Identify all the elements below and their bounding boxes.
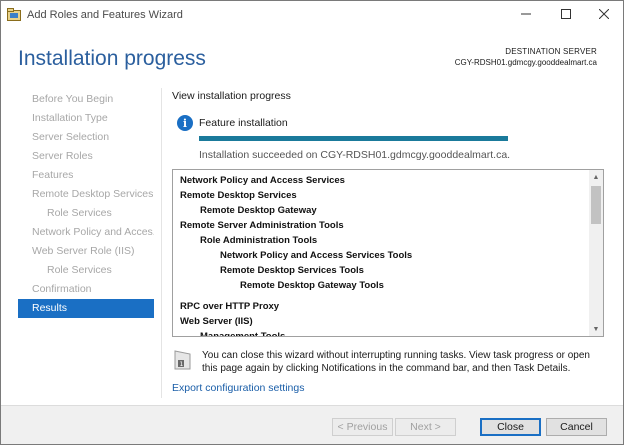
cancel-button[interactable]: Cancel: [546, 418, 607, 436]
window-title: Add Roles and Features Wizard: [27, 9, 183, 21]
scroll-up-icon[interactable]: ▲: [589, 170, 603, 184]
nav-item[interactable]: Confirmation: [18, 280, 154, 299]
destination-server-name: CGY-RDSH01.gdmcgy.gooddealmart.ca: [454, 58, 597, 67]
nav-item[interactable]: Role Services: [18, 261, 154, 280]
notice-text: You can close this wizard without interr…: [202, 350, 590, 374]
result-item: Remote Desktop Gateway: [200, 205, 317, 216]
nav-item[interactable]: Server Roles: [18, 147, 154, 166]
close-icon[interactable]: [587, 3, 621, 25]
nav-item[interactable]: Features: [18, 166, 154, 185]
nav-divider: [161, 88, 162, 398]
footer-bar: < Previous Next > Close Cancel: [1, 405, 623, 444]
installation-status: Installation succeeded on CGY-RDSH01.gdm…: [199, 149, 511, 161]
minimize-icon[interactable]: [509, 3, 543, 25]
scroll-thumb[interactable]: [591, 186, 601, 224]
content-heading: View installation progress: [172, 90, 291, 102]
wizard-nav: Before You Begin Installation Type Server …: [18, 90, 154, 318]
results-items: Network Policy and Access Services Remote…: [180, 173, 590, 337]
svg-text:1: 1: [180, 361, 184, 368]
info-icon: i: [177, 115, 193, 131]
maximize-icon[interactable]: [549, 3, 583, 25]
export-configuration-link[interactable]: Export configuration settings: [172, 382, 305, 394]
nav-item[interactable]: Web Server Role (IIS): [18, 242, 154, 261]
result-item: Remote Desktop Gateway Tools: [240, 280, 384, 291]
nav-item[interactable]: Remote Desktop Services: [18, 185, 154, 204]
result-item: Network Policy and Access Services: [180, 175, 345, 186]
next-button[interactable]: Next >: [395, 418, 456, 436]
installation-progress-bar: [199, 136, 508, 141]
nav-item[interactable]: Server Selection: [18, 128, 154, 147]
wizard-window: Add Roles and Features Wizard Installati…: [0, 0, 624, 445]
nav-item[interactable]: Network Policy and Acces...: [18, 223, 154, 242]
result-item: Remote Server Administration Tools: [180, 220, 344, 231]
result-item: Remote Desktop Services Tools: [220, 265, 364, 276]
nav-item[interactable]: Before You Begin: [18, 90, 154, 109]
previous-button[interactable]: < Previous: [332, 418, 393, 436]
results-list[interactable]: Network Policy and Access Services Remote…: [172, 169, 604, 337]
result-item: Remote Desktop Services: [180, 190, 297, 201]
result-item: Role Administration Tools: [200, 235, 318, 246]
server-manager-icon: [7, 8, 21, 21]
result-item: Management Tools: [200, 331, 286, 337]
result-item: Network Policy and Access Services Tools: [220, 250, 413, 261]
results-scrollbar[interactable]: ▲ ▼: [589, 170, 603, 336]
nav-item[interactable]: Role Services: [18, 204, 154, 223]
result-item: Web Server (IIS): [180, 316, 253, 327]
notification-flag-icon: 1: [174, 350, 191, 370]
title-bar[interactable]: Add Roles and Features Wizard: [1, 1, 623, 29]
destination-server-label: DESTINATION SERVER: [505, 47, 597, 56]
nav-item[interactable]: Installation Type: [18, 109, 154, 128]
close-button[interactable]: Close: [480, 418, 541, 436]
page-title: Installation progress: [18, 47, 206, 70]
nav-item[interactable]: Results: [18, 299, 154, 318]
scroll-down-icon[interactable]: ▼: [589, 322, 603, 336]
feature-installation-label: Feature installation: [199, 117, 288, 129]
progress-fill: [199, 136, 508, 141]
result-item: RPC over HTTP Proxy: [180, 301, 280, 312]
